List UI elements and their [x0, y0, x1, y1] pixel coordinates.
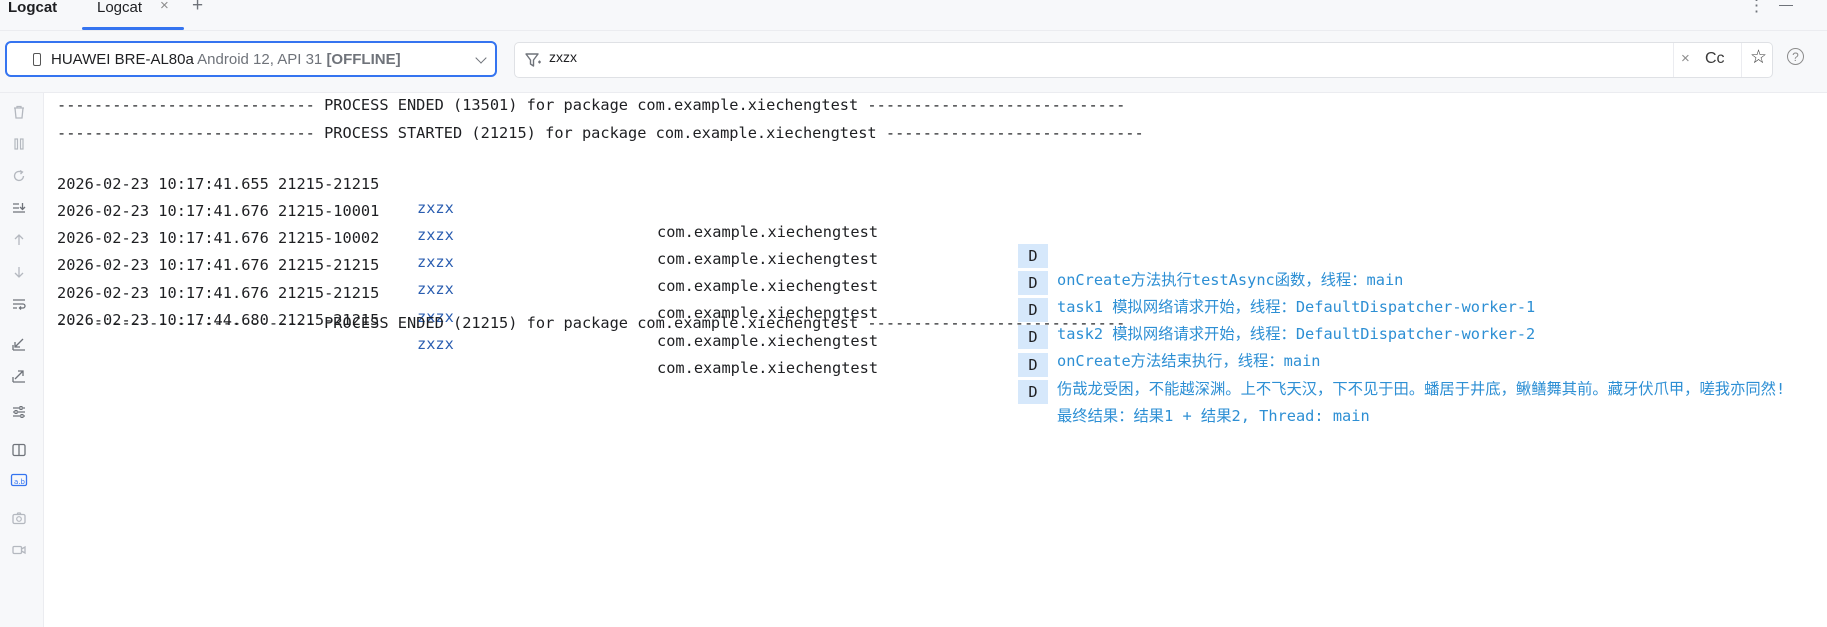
- log-output[interactable]: ---------------------------- PROCESS END…: [44, 93, 1827, 627]
- down-icon[interactable]: [9, 262, 29, 282]
- phone-icon: [33, 53, 41, 66]
- device-label: HUAWEI BRE-AL80a Android 12, API 31 [OFF…: [51, 51, 401, 69]
- filter-icon[interactable]: [524, 51, 542, 69]
- chevron-down-icon[interactable]: [475, 52, 487, 64]
- tab-label: Logcat: [97, 0, 143, 16]
- log-entry[interactable]: 2026-02-23 10:17:41.676 21215-10002 zxzx…: [44, 202, 1827, 343]
- filter-bar: HUAWEI BRE-AL80a Android 12, API 31 [OFF…: [0, 31, 1827, 93]
- process-ended-line: ---------------------------- PROCESS END…: [57, 314, 1126, 332]
- minimize-icon[interactable]: [1779, 5, 1793, 6]
- device-selector[interactable]: HUAWEI BRE-AL80a Android 12, API 31 [OFF…: [5, 41, 497, 77]
- search-box[interactable]: × Cc ☆: [514, 42, 1773, 78]
- log-message: 最终结果：结果1 + 结果2, Thread: main: [1057, 407, 1370, 425]
- svg-text:a.b: a.b: [14, 478, 26, 486]
- soft-wrap-icon[interactable]: [9, 294, 29, 314]
- log-level-badge: D: [1018, 380, 1048, 404]
- more-options-icon[interactable]: ⋮: [1748, 0, 1765, 14]
- match-case-button[interactable]: Cc: [1705, 50, 1725, 68]
- close-icon[interactable]: ×: [160, 0, 169, 13]
- process-ended-line: ---------------------------- PROCESS END…: [57, 96, 1126, 114]
- log-package: com.example.xiechengtest: [657, 359, 879, 377]
- star-icon[interactable]: ☆: [1750, 48, 1767, 68]
- up-icon[interactable]: [9, 230, 29, 250]
- divider: [1673, 43, 1674, 77]
- process-started-line: ---------------------------- PROCESS STA…: [57, 124, 1144, 142]
- format-icon[interactable]: a.b: [9, 470, 29, 490]
- add-tab-button[interactable]: +: [192, 0, 203, 15]
- screenshot-icon[interactable]: [9, 508, 29, 528]
- delete-icon[interactable]: [9, 102, 29, 122]
- device-name: HUAWEI BRE-AL80a: [51, 51, 194, 68]
- log-message: task2 模拟网络请求开始，线程：DefaultDispatcher-work…: [1057, 325, 1536, 343]
- export-icon[interactable]: [9, 366, 29, 386]
- active-tab-indicator: [82, 27, 184, 30]
- log-message: 伤哉龙受困，不能越深渊。上不飞天汉，下不见于田。蟠居于井底，鳅鳝舞其前。藏牙伏爪…: [1057, 380, 1786, 398]
- restart-icon[interactable]: [9, 166, 29, 186]
- screen-record-icon[interactable]: [9, 540, 29, 560]
- help-icon[interactable]: ?: [1787, 48, 1804, 65]
- tool-window-header: Logcat Logcat × + ⋮: [0, 0, 1827, 31]
- scroll-to-end-icon[interactable]: [9, 198, 29, 218]
- split-panels-icon[interactable]: [9, 440, 29, 460]
- log-entry[interactable]: 2026-02-23 10:17:41.655 21215-21215 zxzx…: [44, 148, 1827, 289]
- import-icon[interactable]: [9, 334, 29, 354]
- log-entry[interactable]: 2026-02-23 10:17:41.676 21215-21215 zxzx…: [44, 257, 1827, 398]
- left-toolbar: a.b: [0, 93, 44, 627]
- log-entry[interactable]: 2026-02-23 10:17:44.680 21215-21215 zxzx…: [44, 284, 1827, 425]
- search-input[interactable]: [549, 49, 1649, 65]
- device-api: Android 12, API 31: [197, 51, 323, 68]
- log-entry[interactable]: 2026-02-23 10:17:41.676 21215-10001 zxzx…: [44, 175, 1827, 316]
- panel-title: Logcat: [8, 0, 58, 16]
- log-level-badge: D: [1018, 353, 1048, 377]
- divider: [1741, 43, 1742, 77]
- clear-icon[interactable]: ×: [1681, 50, 1690, 68]
- log-tag: zxzx: [417, 335, 454, 353]
- log-entry[interactable]: 2026-02-23 10:17:41.676 21215-21215 zxzx…: [44, 229, 1827, 370]
- pause-icon[interactable]: [9, 134, 29, 154]
- settings-icon[interactable]: [9, 402, 29, 422]
- tab-logcat[interactable]: Logcat ×: [82, 0, 184, 30]
- log-message: onCreate方法结束执行，线程：main: [1057, 352, 1321, 370]
- device-status: [OFFLINE]: [326, 51, 401, 68]
